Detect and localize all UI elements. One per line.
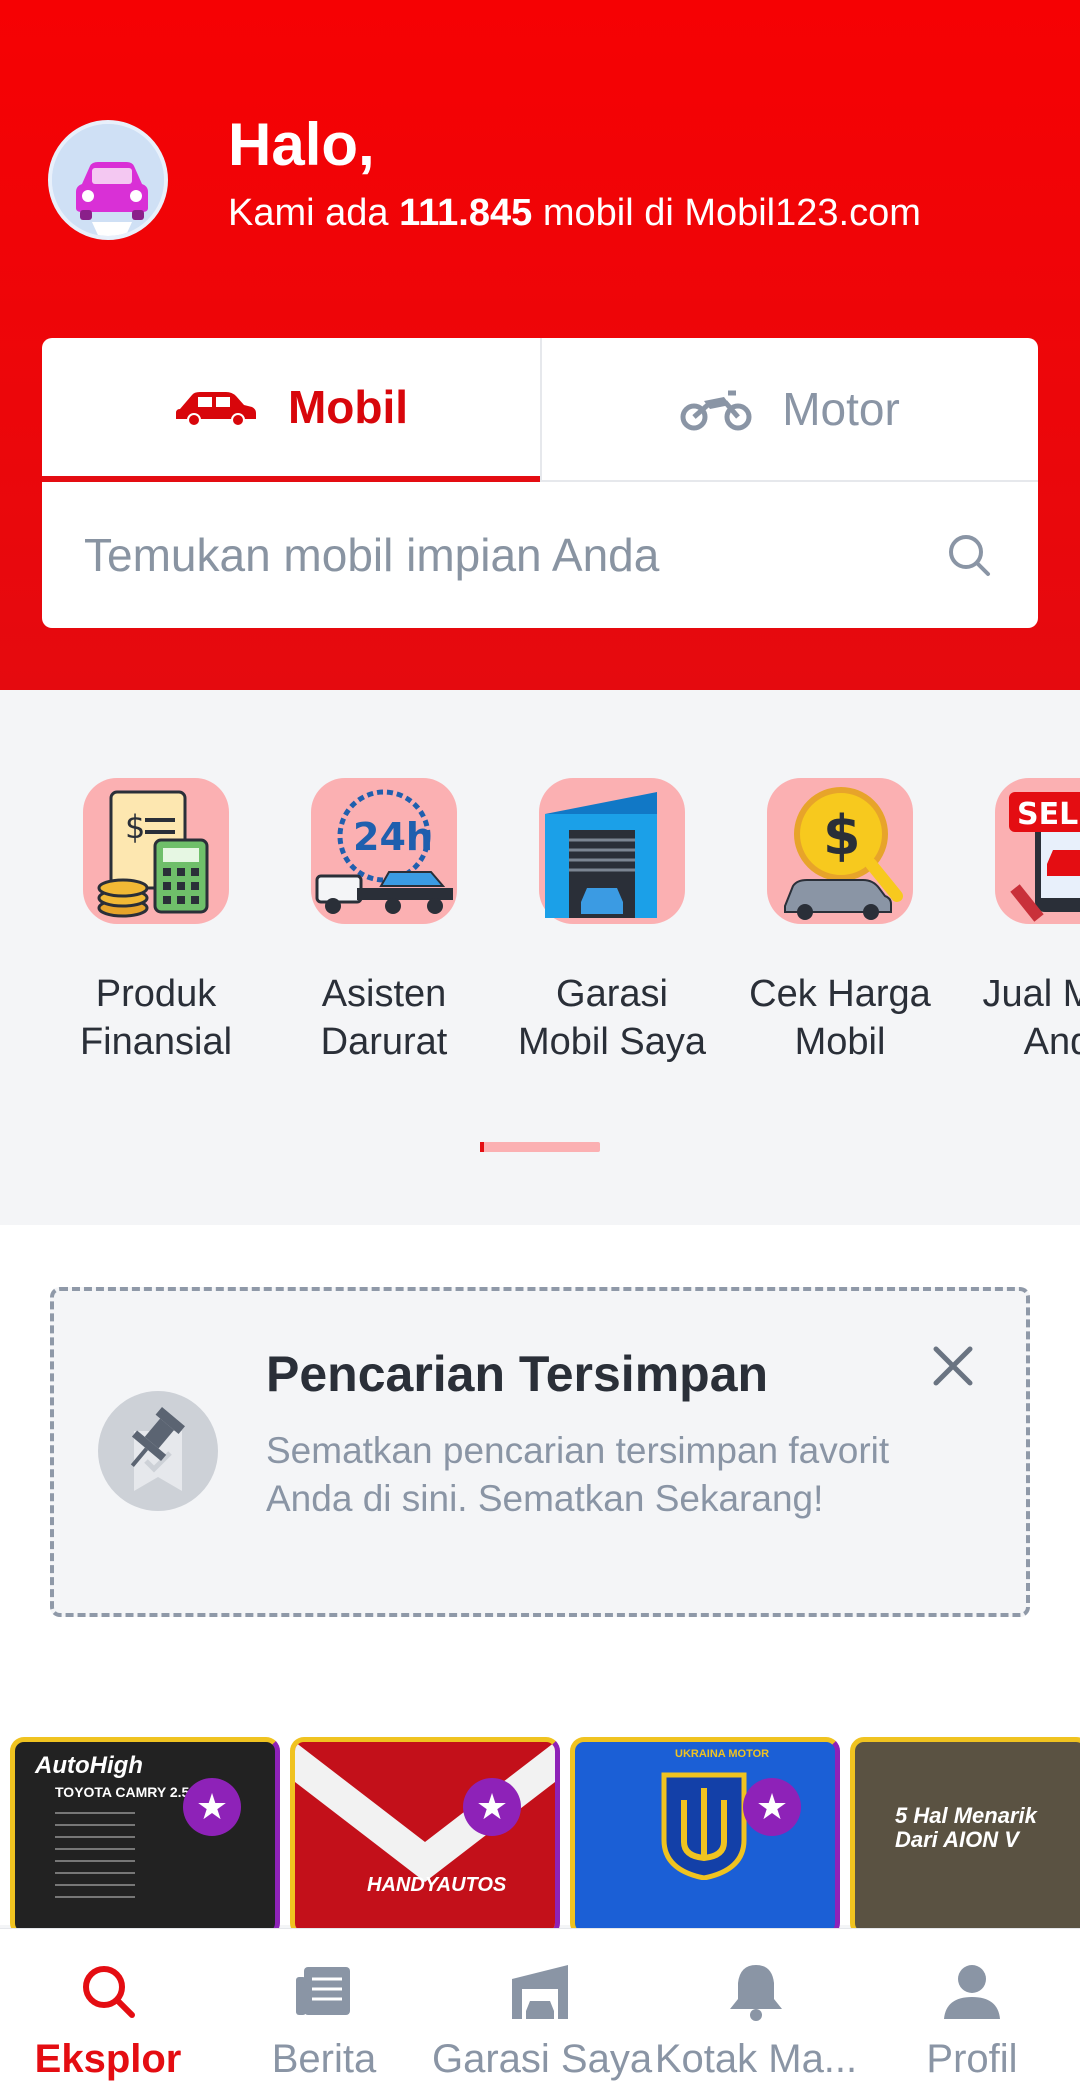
category-label: Asisten Darurat: [320, 973, 448, 1063]
saved-search-card[interactable]: Pencarian Tersimpan Sematkan pencarian t…: [50, 1287, 1030, 1617]
bottom-navigation: Eksplor Berita Garasi Saya Kotak Ma... P…: [0, 1928, 1080, 2097]
star-icon: ★: [183, 1778, 241, 1836]
nav-label: Profil: [926, 2037, 1018, 2081]
nav-kotak-masuk[interactable]: Kotak Ma...: [648, 1929, 864, 2097]
subtitle-suffix: mobil di Mobil123.com: [532, 192, 921, 234]
tab-motor-label: Motor: [782, 383, 900, 435]
tab-motor[interactable]: Motor: [540, 338, 1038, 482]
star-icon: ★: [463, 1778, 521, 1836]
sell-car-icon: SELL: [995, 778, 1080, 924]
search-input[interactable]: Temukan mobil impian Anda: [42, 482, 1038, 628]
category-garasi-mobil-saya[interactable]: Garasi Mobil Saya: [498, 778, 726, 1066]
category-produk-finansial[interactable]: $ Produk Finansial: [42, 778, 270, 1066]
nav-label: Berita: [271, 2037, 377, 2081]
story-item[interactable]: HANDYAUTOS ★: [290, 1737, 560, 1937]
story-item[interactable]: UKRAINA MOTOR ★: [570, 1737, 840, 1937]
pin-icon: [98, 1391, 218, 1511]
svg-text:SELL: SELL: [1017, 797, 1080, 832]
svg-text:$: $: [125, 808, 145, 846]
garage-icon: [539, 778, 685, 924]
category-label: Produk Finansial: [79, 973, 233, 1063]
avatar[interactable]: [48, 120, 168, 240]
tow-truck-24h-icon: 24h: [311, 778, 457, 924]
calculator-icon: $: [83, 778, 229, 924]
news-icon: [296, 1967, 350, 2015]
star-icon: ★: [743, 1778, 801, 1836]
close-icon[interactable]: [930, 1343, 976, 1389]
category-label: Jual Mobil Anda: [982, 973, 1080, 1063]
story-caption: 5 Hal Menarik Dari AION V: [895, 1803, 1037, 1852]
nav-profil[interactable]: Profil: [864, 1929, 1080, 2097]
carousel-indicator: [480, 1142, 600, 1152]
search-placeholder: Temukan mobil impian Anda: [84, 529, 660, 581]
greeting-title: Halo,: [228, 111, 375, 178]
story-brand: HANDYAUTOS: [367, 1874, 507, 1896]
category-cek-harga-mobil[interactable]: $ Cek Harga Mobil: [726, 778, 954, 1066]
car-icon: [175, 392, 256, 427]
saved-search-section: Pencarian Tersimpan Sematkan pencarian t…: [0, 1225, 1080, 1725]
search-card: Mobil Motor Temukan mobil impian Anda: [42, 338, 1038, 628]
category-jual-mobil-anda[interactable]: SELL Jual Mobil Anda: [954, 778, 1080, 1066]
search-icon: [83, 1966, 135, 2018]
inventory-subtitle: Kami ada 111.845 mobil di Mobil123.com: [228, 192, 921, 235]
story-brand: AutoHigh: [35, 1752, 143, 1779]
nav-label: Garasi Saya: [432, 2037, 653, 2081]
car-count: 111.845: [399, 192, 533, 234]
nav-berita[interactable]: Berita: [216, 1929, 432, 2097]
nav-garasi-saya[interactable]: Garasi Saya: [432, 1929, 653, 2097]
nav-label: Eksplor: [34, 2037, 182, 2081]
motorcycle-icon: [680, 390, 752, 431]
category-asisten-darurat[interactable]: 24h Asisten Darurat: [270, 778, 498, 1066]
nav-label: Kotak Ma...: [654, 2037, 858, 2081]
story-item[interactable]: 5 Hal Menarik Dari AION V: [850, 1737, 1080, 1937]
price-check-icon: $: [767, 778, 913, 924]
subtitle-prefix: Kami ada: [228, 192, 400, 234]
saved-search-description[interactable]: Sematkan pencarian tersimpan favorit And…: [266, 1427, 906, 1523]
saved-search-title: Pencarian Tersimpan: [266, 1346, 769, 1402]
category-label: Cek Harga Mobil: [749, 973, 931, 1063]
header: Halo, Kami ada 111.845 mobil di Mobil123…: [0, 0, 1080, 690]
nav-eksplor[interactable]: Eksplor: [0, 1929, 216, 2097]
car-avatar-icon: [52, 124, 164, 236]
search-icon[interactable]: [944, 530, 996, 582]
svg-text:$: $: [823, 804, 861, 867]
category-carousel: $ Produk Finansial 24h Asisten Darurat G…: [0, 690, 1080, 1225]
tab-mobil[interactable]: Mobil: [42, 338, 540, 482]
category-label: Garasi Mobil Saya: [518, 973, 706, 1063]
tab-mobil-label: Mobil: [287, 381, 409, 433]
page: Halo, Kami ada 111.845 mobil di Mobil123…: [0, 0, 1080, 2097]
trident-emblem-icon: [661, 1772, 747, 1880]
profile-icon: [944, 1965, 1000, 2019]
bell-icon: [730, 1965, 782, 2021]
story-item[interactable]: AutoHigh TOYOTA CAMRY 2.5 ★: [10, 1737, 280, 1937]
story-carousel: AutoHigh TOYOTA CAMRY 2.5 ★ HANDYAUTOS ★…: [0, 1725, 1080, 1937]
svg-text:24h: 24h: [353, 815, 433, 859]
story-brand: UKRAINA MOTOR: [675, 1748, 770, 1760]
story-caption: TOYOTA CAMRY 2.5: [55, 1784, 190, 1800]
garage-icon: [512, 1965, 568, 2019]
